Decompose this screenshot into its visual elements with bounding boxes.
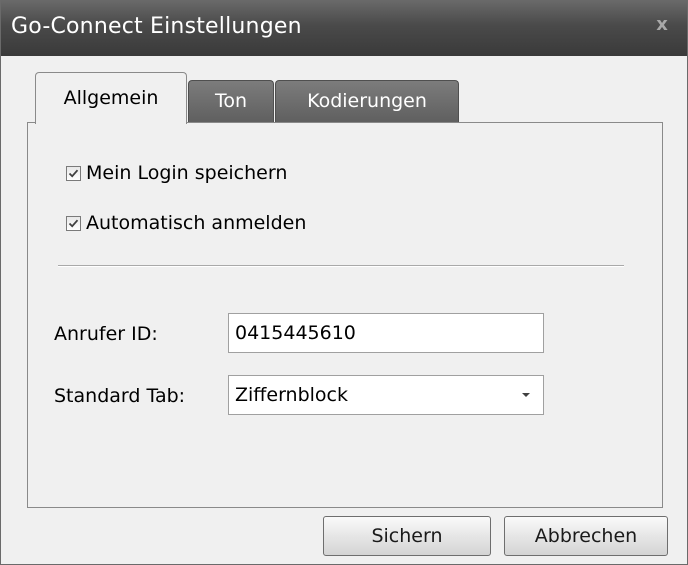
default-tab-select[interactable]: Ziffernblock [228, 375, 544, 415]
close-icon[interactable]: x [653, 16, 671, 34]
tab-label: Kodierungen [307, 90, 427, 112]
default-tab-label: Standard Tab: [54, 385, 186, 407]
save-login-option[interactable]: Mein Login speichern [66, 161, 287, 185]
tab-label: Ton [214, 90, 248, 112]
default-tab-value: Ziffernblock [235, 384, 349, 406]
check-icon [68, 169, 79, 178]
separator [58, 265, 624, 267]
window-title: Go-Connect Einstellungen [11, 14, 302, 39]
chevron-down-icon[interactable] [522, 393, 530, 397]
save-login-checkbox[interactable] [66, 165, 81, 181]
tab-panel-allgemein: Mein Login speichern Automatisch anmelde… [27, 122, 663, 508]
auto-login-checkbox[interactable] [66, 215, 81, 231]
save-login-label: Mein Login speichern [86, 162, 288, 184]
tab-allgemein[interactable]: Allgemein [35, 72, 187, 124]
settings-dialog: Go-Connect Einstellungen x Ton Kodierung… [0, 0, 688, 565]
save-button[interactable]: Sichern [323, 516, 491, 556]
auto-login-label: Automatisch anmelden [86, 212, 307, 234]
caller-id-input[interactable]: 0415445610 [228, 313, 544, 353]
tab-ton[interactable]: Ton [188, 80, 274, 124]
cancel-button[interactable]: Abbrechen [504, 516, 668, 556]
tab-kodierungen[interactable]: Kodierungen [275, 80, 459, 124]
title-bar[interactable]: Go-Connect Einstellungen x [1, 0, 687, 56]
tab-label: Allgemein [63, 87, 159, 109]
check-icon [68, 219, 79, 228]
caller-id-label: Anrufer ID: [54, 323, 158, 345]
auto-login-option[interactable]: Automatisch anmelden [66, 211, 306, 235]
